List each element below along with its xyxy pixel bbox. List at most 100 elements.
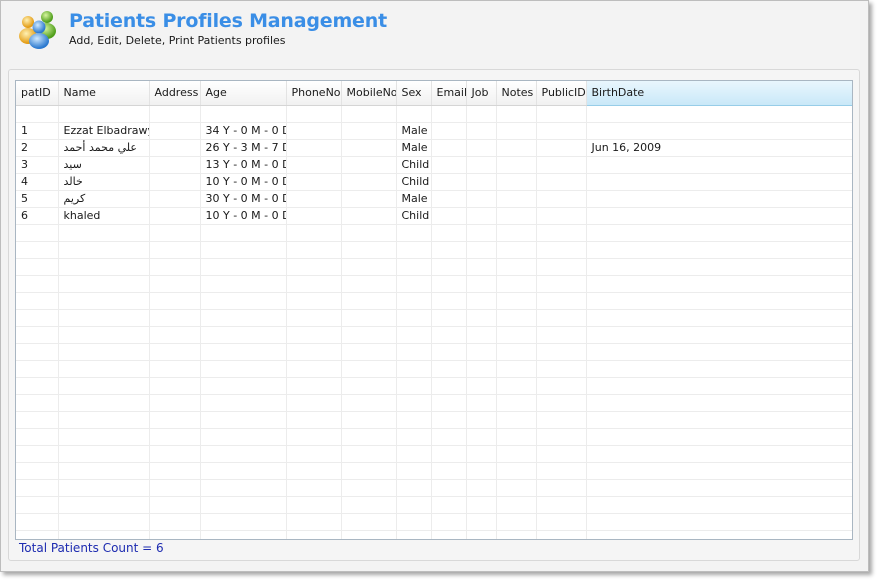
column-header-sex[interactable]: Sex xyxy=(396,81,432,106)
cell-age[interactable]: 10 Y - 0 M - 0 D xyxy=(200,207,287,225)
cell-sex[interactable]: Child xyxy=(396,207,432,225)
empty-cell xyxy=(586,360,852,378)
cell-age[interactable]: 30 Y - 0 M - 0 D xyxy=(200,190,287,208)
cell-sex[interactable]: Male xyxy=(396,139,432,157)
cell-phoneno[interactable] xyxy=(286,139,342,157)
empty-cell xyxy=(536,224,587,242)
empty-cell xyxy=(431,445,467,463)
empty-cell xyxy=(536,343,587,361)
cell-email[interactable] xyxy=(431,122,467,140)
cell-patid[interactable]: 1 xyxy=(16,122,59,140)
cell-phoneno[interactable] xyxy=(286,173,342,191)
column-header-publicid[interactable]: PublicID xyxy=(536,81,587,106)
cell-publicid[interactable] xyxy=(536,173,587,191)
column-header-patid[interactable]: patID xyxy=(16,81,59,106)
cell-name[interactable]: سيد xyxy=(58,156,150,174)
cell-age[interactable]: 34 Y - 0 M - 0 D xyxy=(200,122,287,140)
cell-notes[interactable] xyxy=(496,190,537,208)
cell-address[interactable] xyxy=(149,173,201,191)
cell-sex[interactable]: Male xyxy=(396,190,432,208)
cell-mobileno[interactable] xyxy=(341,122,397,140)
cell-job[interactable] xyxy=(466,156,497,174)
cell-phoneno[interactable] xyxy=(286,156,342,174)
cell-email[interactable] xyxy=(431,207,467,225)
column-header-birthdate[interactable]: BirthDate xyxy=(586,81,852,106)
cell-name[interactable]: Ezzat Elbadrawy xyxy=(58,122,150,140)
table-row[interactable]: 6 khaled 10 Y - 0 M - 0 D Child xyxy=(16,207,852,225)
table-row[interactable]: 5 كريم 30 Y - 0 M - 0 D Male xyxy=(16,190,852,208)
table-row[interactable]: 1 Ezzat Elbadrawy 34 Y - 0 M - 0 D Male xyxy=(16,122,852,140)
table-row[interactable]: 4 خالد 10 Y - 0 M - 0 D Child xyxy=(16,173,852,191)
cell-name[interactable]: خالد xyxy=(58,173,150,191)
cell-mobileno[interactable] xyxy=(341,173,397,191)
cell-notes[interactable] xyxy=(496,139,537,157)
cell-birthdate[interactable] xyxy=(586,122,852,140)
cell-publicid[interactable] xyxy=(536,156,587,174)
cell-address[interactable] xyxy=(149,139,201,157)
cell-publicid[interactable] xyxy=(536,190,587,208)
cell-patid[interactable]: 2 xyxy=(16,139,59,157)
cell-patid[interactable]: 6 xyxy=(16,207,59,225)
cell-patid[interactable]: 4 xyxy=(16,173,59,191)
cell-address[interactable] xyxy=(149,190,201,208)
cell-phoneno[interactable] xyxy=(286,122,342,140)
cell-notes[interactable] xyxy=(496,173,537,191)
cell-publicid[interactable] xyxy=(536,207,587,225)
cell-address[interactable] xyxy=(149,156,201,174)
cell-age[interactable]: 13 Y - 0 M - 0 D xyxy=(200,156,287,174)
cell-email[interactable] xyxy=(431,139,467,157)
column-header-name[interactable]: Name xyxy=(58,81,150,106)
cell-mobileno[interactable] xyxy=(341,207,397,225)
cell-mobileno[interactable] xyxy=(341,139,397,157)
patients-grid[interactable]: patID Name Address Age PhoneNo MobileNo Sex Ema… xyxy=(15,80,853,540)
cell-birthdate[interactable] xyxy=(586,173,852,191)
column-header-age[interactable]: Age xyxy=(200,81,287,106)
cell-publicid[interactable] xyxy=(536,122,587,140)
cell-address[interactable] xyxy=(149,207,201,225)
cell-job[interactable] xyxy=(466,139,497,157)
cell-mobileno[interactable] xyxy=(341,156,397,174)
cell-patid[interactable]: 5 xyxy=(16,190,59,208)
cell-email[interactable] xyxy=(431,156,467,174)
cell-sex[interactable]: Child xyxy=(396,173,432,191)
cell-notes[interactable] xyxy=(496,207,537,225)
cell-job[interactable] xyxy=(466,207,497,225)
cell-name[interactable]: khaled xyxy=(58,207,150,225)
empty-cell xyxy=(586,513,852,531)
cell-sex[interactable]: Male xyxy=(396,122,432,140)
cell-birthdate[interactable] xyxy=(586,207,852,225)
cell-birthdate[interactable]: Jun 16, 2009 xyxy=(586,139,852,157)
cell-age[interactable]: 26 Y - 3 M - 7 D xyxy=(200,139,287,157)
empty-cell xyxy=(341,241,397,259)
cell-sex[interactable]: Child xyxy=(396,156,432,174)
cell-job[interactable] xyxy=(466,190,497,208)
column-header-notes[interactable]: Notes xyxy=(496,81,537,106)
cell-email[interactable] xyxy=(431,190,467,208)
cell-job[interactable] xyxy=(466,173,497,191)
column-header-phoneno[interactable]: PhoneNo xyxy=(286,81,342,106)
cell-name[interactable]: علي محمد أحمد xyxy=(58,139,150,157)
cell-age[interactable]: 10 Y - 0 M - 0 D xyxy=(200,173,287,191)
cell-email[interactable] xyxy=(431,173,467,191)
cell-phoneno[interactable] xyxy=(286,190,342,208)
cell-notes[interactable] xyxy=(496,122,537,140)
cell-name[interactable]: كريم xyxy=(58,190,150,208)
cell-publicid[interactable] xyxy=(536,139,587,157)
cell-job[interactable] xyxy=(466,122,497,140)
empty-cell xyxy=(536,445,587,463)
cell-address[interactable] xyxy=(149,122,201,140)
cell-phoneno[interactable] xyxy=(286,207,342,225)
cell-mobileno[interactable] xyxy=(341,190,397,208)
column-header-address[interactable]: Address xyxy=(149,81,201,106)
cell-birthdate[interactable] xyxy=(586,190,852,208)
column-header-mobileno[interactable]: MobileNo xyxy=(341,81,397,106)
column-header-job[interactable]: Job xyxy=(466,81,497,106)
table-row[interactable]: 3 سيد 13 Y - 0 M - 0 D Child xyxy=(16,156,852,174)
cell-notes[interactable] xyxy=(496,156,537,174)
column-header-email[interactable]: Email xyxy=(431,81,467,106)
cell-birthdate[interactable] xyxy=(586,156,852,174)
empty-cell xyxy=(431,326,467,344)
table-row[interactable]: 2 علي محمد أحمد 26 Y - 3 M - 7 D Male Jun 16… xyxy=(16,139,852,157)
cell-patid[interactable]: 3 xyxy=(16,156,59,174)
empty-cell xyxy=(536,428,587,446)
